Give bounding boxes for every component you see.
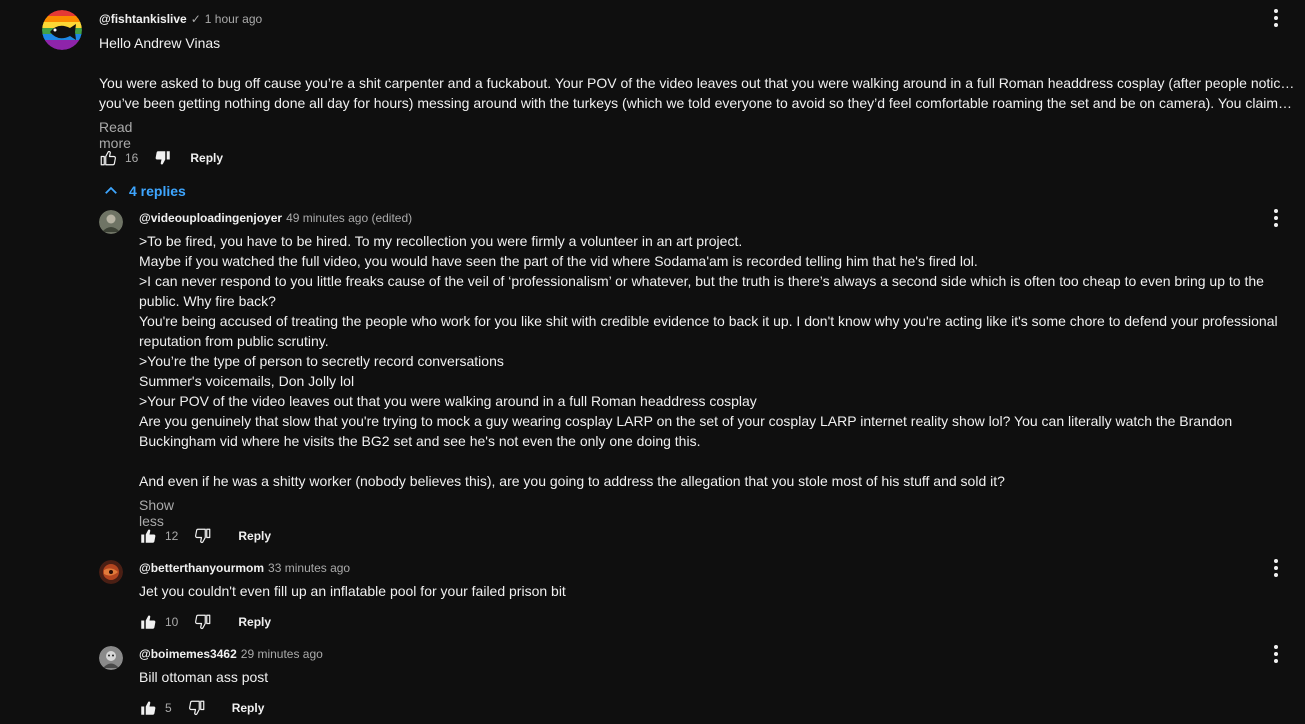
comment-line: >I can never respond to you little freak… — [139, 273, 1264, 289]
author-name[interactable]: @betterthanyourmom — [139, 561, 264, 575]
comment-body: Bill ottoman ass post — [139, 667, 1239, 687]
thumbs-down-icon[interactable] — [154, 149, 172, 167]
comment-line: Jet you couldn't even fill up an inflata… — [139, 583, 566, 599]
thumbs-down-icon[interactable] — [194, 613, 212, 631]
comment-actions: 5 Reply — [139, 696, 264, 720]
comment-actions: 16 Reply — [99, 146, 223, 170]
avatar[interactable] — [99, 646, 123, 670]
comment-actions: 12 Reply — [139, 524, 271, 548]
comment-line: You're being accused of treating the peo… — [139, 313, 1278, 329]
reply-button[interactable]: Reply — [232, 701, 265, 715]
comment-line — [99, 53, 1295, 73]
more-options-icon[interactable] — [1264, 556, 1288, 580]
comment-line: reputation from public scrutiny. — [139, 333, 329, 349]
avatar[interactable] — [42, 10, 82, 50]
comment-line: Summer's voicemails, Don Jolly lol — [139, 373, 355, 389]
timestamp[interactable]: 49 minutes ago (edited) — [286, 211, 412, 225]
thumbs-down-icon[interactable] — [188, 699, 206, 717]
comment-line: Hello Andrew Vinas — [99, 35, 221, 51]
like-count: 10 — [165, 615, 179, 629]
timestamp[interactable]: 1 hour ago — [205, 12, 262, 26]
chevron-up-icon — [105, 186, 117, 194]
comment-line: You were asked to bug off cause you’re a… — [99, 75, 1295, 91]
thumbs-up-icon[interactable] — [139, 613, 157, 631]
replies-count-label: 4 replies — [129, 183, 186, 199]
comment-actions: 10 Reply — [139, 610, 271, 634]
more-options-icon[interactable] — [1264, 206, 1288, 230]
reply-button[interactable]: Reply — [238, 529, 271, 543]
comment-line: public. Why fire back? — [139, 293, 276, 309]
verified-check-icon: ✓ — [190, 12, 201, 26]
more-options-icon[interactable] — [1264, 6, 1288, 30]
reply-button[interactable]: Reply — [238, 615, 271, 629]
avatar[interactable] — [99, 560, 123, 584]
thumbs-down-icon[interactable] — [194, 527, 212, 545]
comment-line: Maybe if you watched the full video, you… — [139, 253, 978, 269]
comment-line — [139, 451, 1279, 471]
like-count: 12 — [165, 529, 179, 543]
more-options-icon[interactable] — [1264, 642, 1288, 666]
comment-header: @fishtankislive ✓ 1 hour ago — [99, 12, 262, 26]
timestamp[interactable]: 33 minutes ago — [268, 561, 350, 575]
comment-line: Buckingham vid where he visits the BG2 s… — [139, 433, 701, 449]
comment-line: >You’re the type of person to secretly r… — [139, 353, 504, 369]
author-name[interactable]: @fishtankislive — [99, 12, 187, 26]
comment-line: >Your POV of the video leaves out that y… — [139, 393, 757, 409]
author-name[interactable]: @boimemes3462 — [139, 647, 237, 661]
thumbs-up-icon[interactable] — [139, 527, 157, 545]
like-count: 5 — [165, 701, 172, 715]
comment-line: Are you genuinely that slow that you're … — [139, 413, 1233, 429]
reply-button[interactable]: Reply — [190, 151, 223, 165]
comment-body: >To be fired, you have to be hired. To m… — [139, 231, 1279, 491]
comment-line: Bill ottoman ass post — [139, 669, 269, 685]
comment-body: Jet you couldn't even fill up an inflata… — [139, 581, 1239, 601]
comment-line: And even if he was a shitty worker (nobo… — [139, 473, 1005, 489]
comment-header: @betterthanyourmom 33 minutes ago — [139, 561, 350, 575]
avatar[interactable] — [99, 210, 123, 234]
thumbs-up-icon[interactable] — [139, 699, 157, 717]
author-name[interactable]: @videouploadingenjoyer — [139, 211, 282, 225]
comment-line: you’ve been getting nothing done all day… — [99, 95, 1295, 111]
comment-body: Hello Andrew Vinas You were asked to bug… — [99, 33, 1295, 113]
like-count: 16 — [125, 151, 139, 165]
timestamp[interactable]: 29 minutes ago — [241, 647, 323, 661]
comment-line: >To be fired, you have to be hired. To m… — [139, 233, 743, 249]
replies-toggle-button[interactable]: 4 replies — [102, 182, 186, 200]
comment-header: @boimemes3462 29 minutes ago — [139, 647, 323, 661]
thumbs-up-icon[interactable] — [99, 149, 117, 167]
comment-header: @videouploadingenjoyer 49 minutes ago (ed… — [139, 211, 412, 225]
